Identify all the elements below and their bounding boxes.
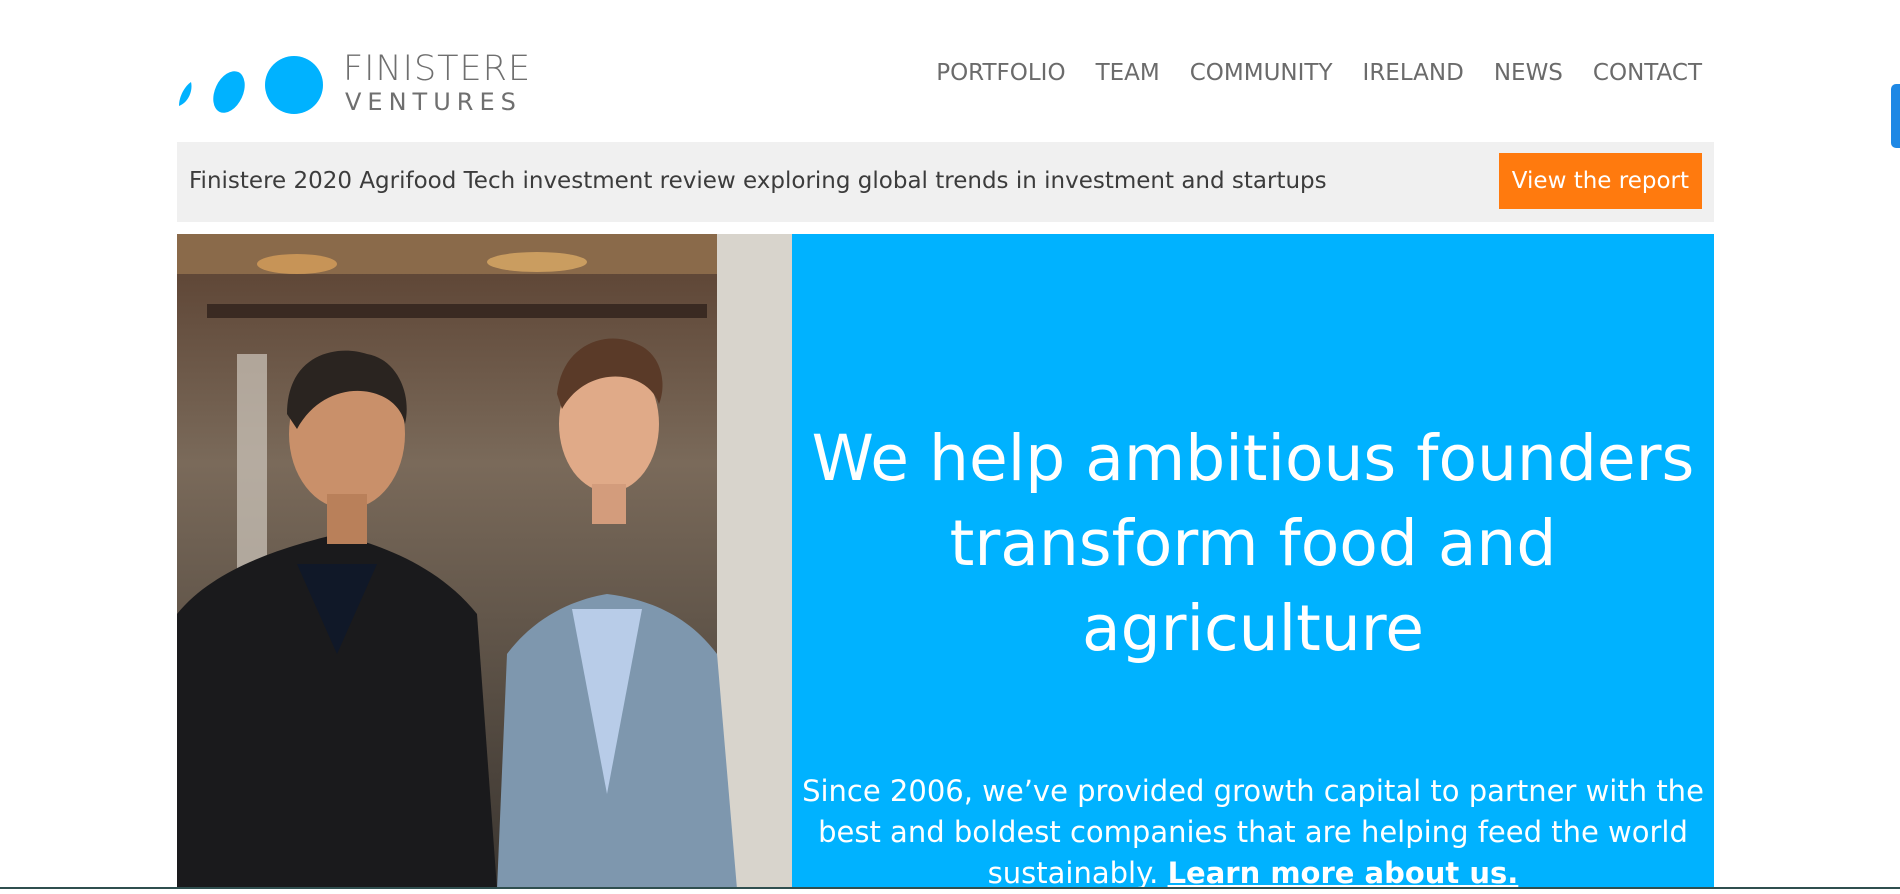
announcement-banner: Finistere 2020 Agrifood Tech investment … bbox=[177, 142, 1714, 222]
nav-contact[interactable]: CONTACT bbox=[1578, 60, 1702, 86]
nav-ireland[interactable]: IRELAND bbox=[1348, 60, 1479, 86]
scrollbar-thumb[interactable] bbox=[1891, 84, 1900, 148]
nav-news[interactable]: NEWS bbox=[1479, 60, 1578, 86]
logo-circles-icon bbox=[179, 56, 323, 114]
banner-text: Finistere 2020 Agrifood Tech investment … bbox=[189, 168, 1327, 194]
nav-community[interactable]: COMMUNITY bbox=[1175, 60, 1348, 86]
hero-section: We help ambitious founders transform foo… bbox=[177, 234, 1714, 890]
learn-more-link[interactable]: Learn more about us. bbox=[1168, 856, 1519, 890]
view-report-button[interactable]: View the report bbox=[1498, 153, 1702, 209]
logo-name-line2: VENTURES bbox=[345, 88, 522, 116]
hero-subtext: Since 2006, we’ve provided growth capita… bbox=[792, 771, 1714, 894]
finistere-logo[interactable]: FINISTERE VENTURES bbox=[177, 46, 537, 116]
main-nav: PORTFOLIO TEAM COMMUNITY IRELAND NEWS CO… bbox=[921, 60, 1702, 86]
hero-headline: We help ambitious founders transform foo… bbox=[811, 422, 1695, 665]
logo-name-line1: FINISTERE bbox=[343, 49, 532, 89]
founders-photo-image bbox=[177, 234, 792, 889]
hero-panel: We help ambitious founders transform foo… bbox=[792, 234, 1714, 890]
site-header: FINISTERE VENTURES PORTFOLIO TEAM COMMUN… bbox=[177, 36, 1714, 116]
nav-team[interactable]: TEAM bbox=[1081, 60, 1175, 86]
nav-portfolio[interactable]: PORTFOLIO bbox=[921, 60, 1080, 86]
founders-photo bbox=[177, 234, 792, 889]
